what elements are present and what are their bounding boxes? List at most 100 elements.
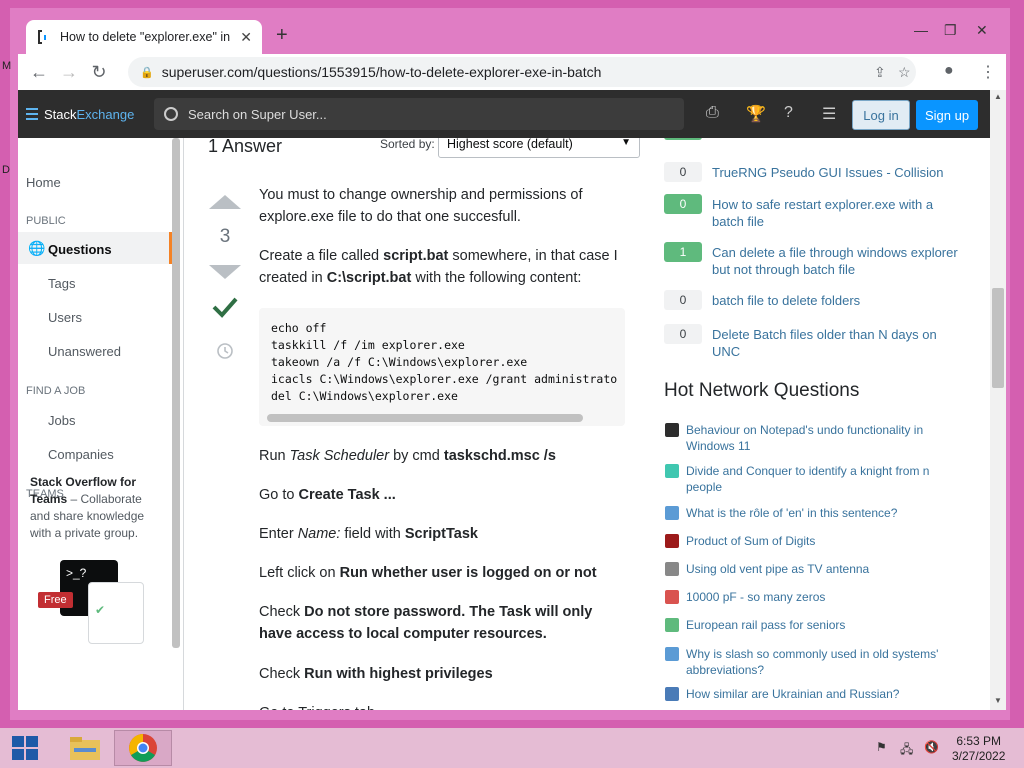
address-bar[interactable]: 🔒 superuser.com/questions/1553915/how-to… — [128, 57, 916, 87]
browser-toolbar: ← → ↻ 🔒 superuser.com/questions/1553915/… — [18, 54, 1006, 90]
related-question-link[interactable]: How to safe restart explorer.exe with a … — [712, 196, 962, 230]
site-favicon-icon — [665, 590, 679, 604]
url-text: superuser.com/questions/1553915/how-to-d… — [161, 64, 602, 80]
volume-muted-icon[interactable]: 🔇 — [924, 740, 939, 754]
page-scrollbar-thumb[interactable] — [992, 288, 1004, 388]
bookmark-star-icon[interactable]: ☆ — [898, 64, 911, 81]
upvote-icon[interactable] — [208, 194, 242, 210]
site-search-input[interactable]: Search on Super User... — [154, 98, 684, 130]
related-question-link[interactable]: Can delete a file through windows explor… — [712, 244, 962, 278]
site-favicon-icon — [665, 506, 679, 520]
hot-network-question-link[interactable]: European rail pass for seniors — [686, 617, 956, 633]
text-span: Create a file called — [259, 248, 384, 264]
bold-text: Run whether user is logged on or not — [339, 565, 597, 581]
sidebar-item-questions[interactable]: Questions — [48, 242, 112, 257]
trophy-icon[interactable]: 🏆 — [746, 104, 766, 124]
sidebar-scrollbar[interactable] — [172, 138, 180, 648]
history-icon[interactable] — [216, 342, 234, 360]
profile-icon[interactable]: ● — [944, 62, 954, 80]
site-favicon-icon — [665, 618, 679, 632]
inbox-icon[interactable]: ⎙ — [706, 104, 719, 122]
related-question-link[interactable]: Delete Batch files older than N days on … — [712, 326, 962, 360]
hot-network-question-link[interactable]: 10000 pF - so many zeros — [686, 589, 956, 605]
site-switcher-icon[interactable]: ☰ — [822, 104, 836, 124]
tab-close-icon[interactable]: ✕ — [240, 29, 252, 46]
hot-network-question-link[interactable]: Why is slash so commonly used in old sys… — [686, 646, 956, 678]
answer-paragraph: Run Task Scheduler by cmd taskschd.msc /… — [259, 445, 629, 467]
bold-text: ScriptTask — [404, 526, 478, 542]
sidebar-item-companies[interactable]: Companies — [48, 447, 114, 462]
hot-network-question-link[interactable]: Divide and Conquer to identify a knight … — [686, 463, 956, 495]
site-topbar: Stack Exchange Search on Super User... ⎙ … — [18, 90, 990, 138]
hot-network-question-link[interactable]: Product of Sum of Digits — [686, 533, 956, 549]
desktop-icon-label: M — [2, 60, 12, 72]
clock-date: 3/27/2022 — [952, 749, 1006, 763]
sidebar-item-tags[interactable]: Tags — [48, 276, 75, 291]
italic-text: Task Scheduler — [289, 448, 390, 464]
page-scrollbar[interactable]: ▲ ▼ — [990, 90, 1006, 710]
login-button[interactable]: Log in — [852, 100, 910, 130]
page-viewport: 1 Answer Sorted by: Highest score (defau… — [18, 90, 1006, 710]
help-icon[interactable]: ? — [784, 104, 793, 122]
stackexchange-logo[interactable]: Stack Exchange — [26, 107, 134, 122]
bold-text: Create Task ... — [298, 487, 396, 503]
bold-text: Do not store password. The Task will onl… — [259, 604, 593, 642]
chrome-taskbar-icon[interactable] — [114, 730, 172, 766]
file-explorer-icon[interactable] — [56, 730, 114, 766]
answer-paragraph: Check Run with highest privileges — [259, 663, 629, 685]
network-icon[interactable]: 🖧 — [900, 740, 913, 761]
checklist-illustration-icon: ✔ — [88, 582, 144, 644]
maximize-button[interactable]: ❐ — [944, 22, 957, 39]
teams-promo[interactable]: Stack Overflow for Teams – Collaborate a… — [30, 474, 160, 542]
hot-network-question-link[interactable]: Behaviour on Notepad's undo functionalit… — [686, 422, 956, 454]
reload-icon[interactable]: ↻ — [84, 62, 114, 83]
accepted-checkmark-icon — [212, 297, 238, 318]
bold-text: taskschd.msc /s — [443, 448, 556, 464]
related-answer-count-badge: 1 — [664, 242, 702, 262]
text-span: by cmd — [389, 448, 444, 464]
related-answer-count-badge: 0 — [664, 290, 702, 310]
taskbar-clock[interactable]: 6:53 PM 3/27/2022 — [952, 734, 1005, 764]
share-icon[interactable]: ⇪ — [874, 64, 886, 81]
sidebar-heading-public: PUBLIC — [26, 215, 66, 227]
sidebar-item-unanswered[interactable]: Unanswered — [48, 344, 121, 359]
forward-arrow-icon[interactable]: → — [54, 62, 84, 83]
browser-tab[interactable]: How to delete "explorer.exe" in b ✕ — [26, 20, 262, 54]
signup-button[interactable]: Sign up — [916, 100, 978, 130]
hot-network-question-link[interactable]: What is the rôle of 'en' in this sentenc… — [686, 505, 956, 521]
tab-title: How to delete "explorer.exe" in b — [60, 30, 235, 44]
sidebar-item-users[interactable]: Users — [48, 310, 82, 325]
hot-network-question-link[interactable]: Using old vent pipe as TV antenna — [686, 561, 956, 577]
filepath-text: C:\script.bat — [326, 270, 412, 286]
menu-dots-icon[interactable]: ⋮ — [980, 62, 996, 82]
action-center-flag-icon[interactable]: ⚑ — [876, 740, 887, 754]
hot-network-question-link[interactable]: How similar are Ukrainian and Russian? — [686, 686, 956, 702]
back-arrow-icon[interactable]: ← — [24, 62, 54, 83]
scroll-up-icon[interactable]: ▲ — [994, 92, 1002, 101]
sidebar-item-home[interactable]: Home — [26, 175, 61, 190]
filename-text: script.bat — [383, 248, 449, 264]
site-favicon-icon — [665, 687, 679, 701]
answer-paragraph: You must to change ownership and permiss… — [259, 187, 583, 225]
related-question-link[interactable]: batch file to delete folders — [712, 292, 962, 309]
related-answer-count-badge: 0 — [664, 324, 702, 344]
answer-paragraph: Left click on Run whether user is logged… — [259, 562, 629, 584]
text-span: Check — [259, 666, 305, 682]
sidebar-item-jobs[interactable]: Jobs — [48, 413, 75, 428]
close-window-button[interactable]: ✕ — [976, 22, 988, 39]
answer-paragraph: Go to Triggers tab — [259, 702, 629, 710]
windows-start-icon[interactable] — [12, 736, 38, 760]
scroll-down-icon[interactable]: ▼ — [994, 696, 1002, 705]
bold-text: Run with highest privileges — [304, 666, 493, 682]
text-span: Go to — [259, 487, 299, 503]
new-tab-button[interactable]: + — [276, 24, 288, 47]
answers-count: 1 Answer — [208, 136, 283, 156]
downvote-icon[interactable] — [208, 264, 242, 280]
sidebar-heading-find-job: FIND A JOB — [26, 385, 86, 397]
minimize-button[interactable]: — — [914, 22, 928, 38]
text-span: field with — [340, 526, 405, 542]
site-favicon-icon — [665, 423, 679, 437]
related-question-link[interactable]: TrueRNG Pseudo GUI Issues - Collision — [712, 164, 962, 181]
code-block[interactable]: echo off taskkill /f /im explorer.exe ta… — [259, 308, 625, 426]
code-scrollbar[interactable] — [267, 414, 583, 422]
